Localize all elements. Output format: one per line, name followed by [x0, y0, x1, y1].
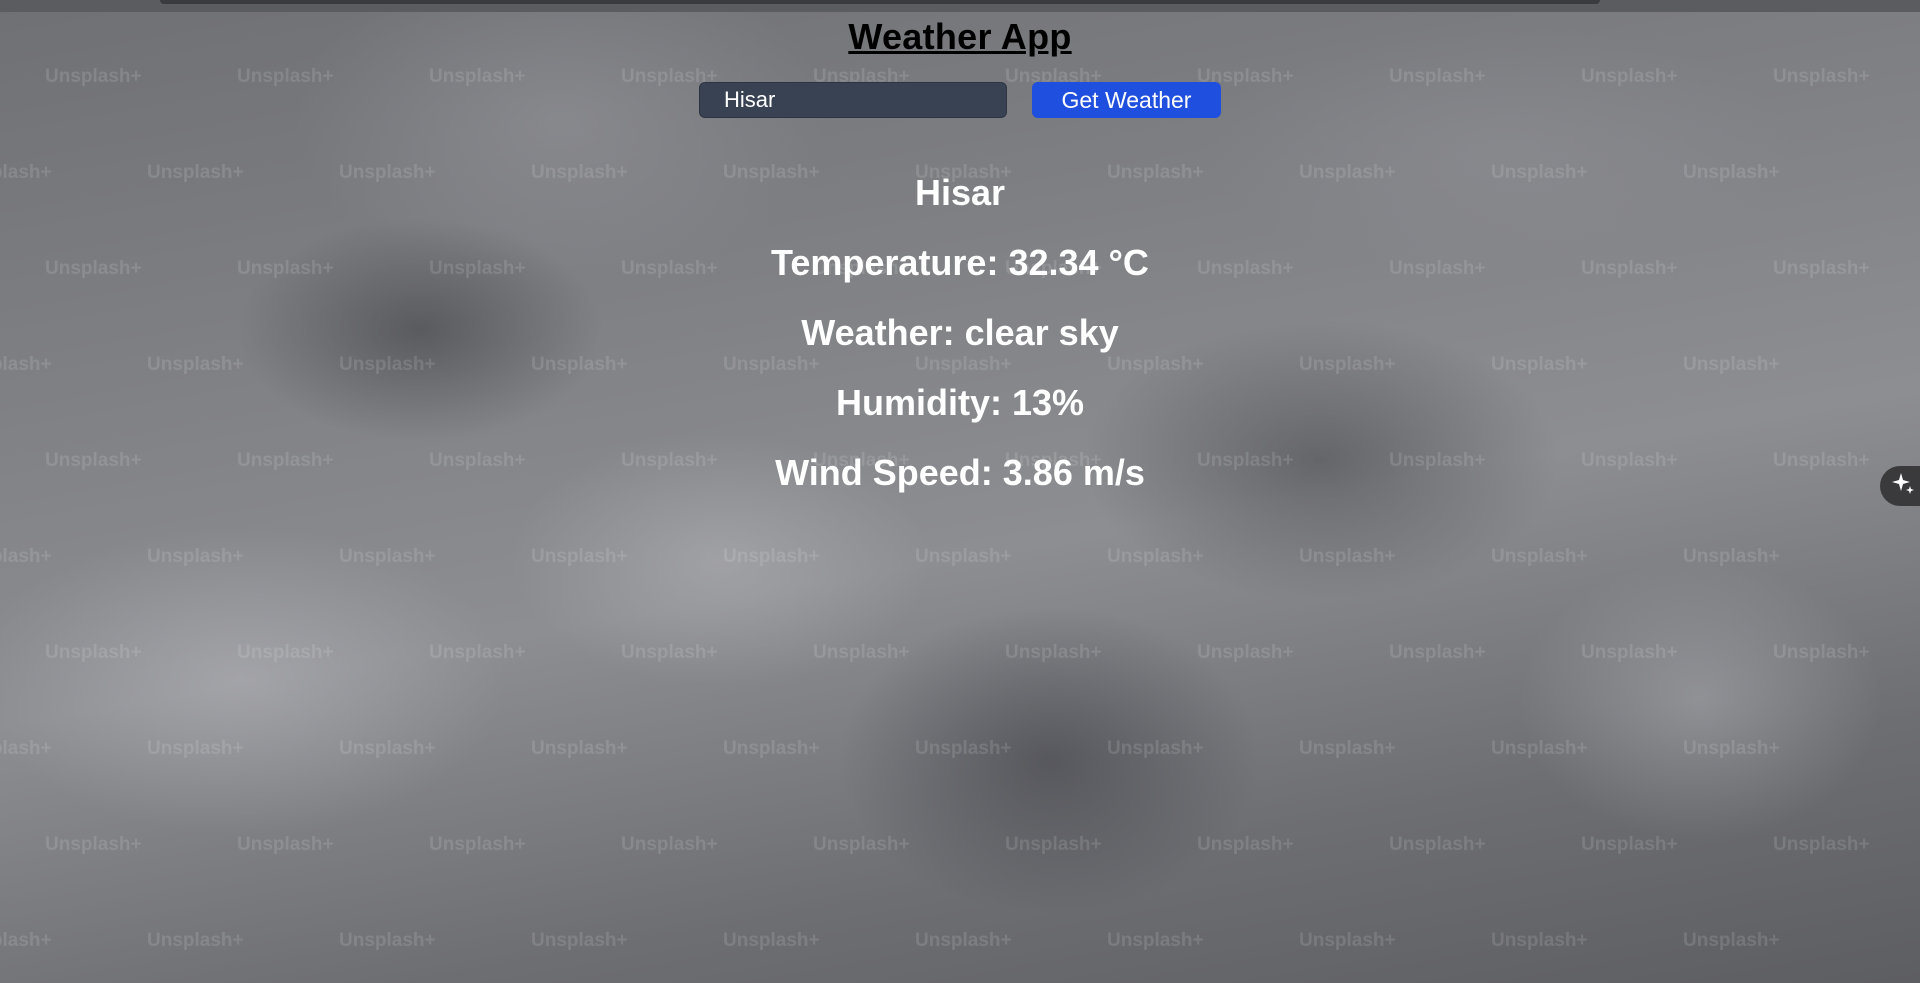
watermark-text: Unsplash+ — [429, 834, 526, 855]
watermark-text: Unsplash+ — [45, 834, 142, 855]
wind-speed-text: Wind Speed: 3.86 m/s — [775, 452, 1145, 493]
top-bar-edge — [160, 0, 1600, 4]
watermark-text: Unsplash+ — [1389, 834, 1486, 855]
watermark-text: Unsplash+ — [1491, 930, 1588, 951]
watermark-text: Unsplash+ — [1197, 834, 1294, 855]
watermark-text: Unsplash+ — [0, 546, 52, 567]
watermark-text: Unsplash+ — [1581, 834, 1678, 855]
watermark-text: Unsplash+ — [1581, 66, 1678, 87]
watermark-text: Unsplash+ — [1197, 642, 1294, 663]
city-name: Hisar — [914, 172, 1006, 213]
watermark-text: Unsplash+ — [339, 738, 436, 759]
watermark-text: Unsplash+ — [1581, 642, 1678, 663]
page-root: Unsplash+ Unsplash+ Unsplash+ Unsplash+ Unsp… — [0, 0, 1920, 983]
watermark-text: Unsplash+ — [1683, 930, 1780, 951]
browser-top-strip — [0, 0, 1920, 12]
watermark-text: Unsplash+ — [813, 642, 910, 663]
watermark-text: Unsplash+ — [1491, 546, 1588, 567]
watermark-text: Unsplash+ — [621, 834, 718, 855]
watermark-text: Unsplash+ — [1005, 834, 1102, 855]
watermark-text: Unsplash+ — [723, 738, 820, 759]
temperature-text: Temperature: 32.34 °C — [771, 242, 1149, 283]
watermark-text: Unsplash+ — [531, 546, 628, 567]
watermark-text: Unsplash+ — [429, 642, 526, 663]
watermark-text: Unsplash+ — [0, 930, 52, 951]
watermark-text: Unsplash+ — [1107, 546, 1204, 567]
watermark-text: Unsplash+ — [621, 642, 718, 663]
sparkle-icon — [1890, 471, 1916, 502]
watermark-text: Unsplash+ — [1491, 738, 1588, 759]
watermark-text: Unsplash+ — [723, 546, 820, 567]
weather-description-text: Weather: clear sky — [801, 312, 1119, 353]
watermark-text: Unsplash+ — [915, 546, 1012, 567]
watermark-text: Unsplash+ — [1773, 642, 1870, 663]
watermark-text: Unsplash+ — [339, 546, 436, 567]
watermark-text: Unsplash+ — [339, 930, 436, 951]
humidity-text: Humidity: 13% — [835, 382, 1085, 423]
watermark-text: Unsplash+ — [1299, 738, 1396, 759]
watermark-text: Unsplash+ — [45, 66, 142, 87]
watermark-text: Unsplash+ — [813, 834, 910, 855]
side-assistant-button[interactable] — [1880, 466, 1920, 506]
watermark-text: Unsplash+ — [1389, 642, 1486, 663]
watermark-text: Unsplash+ — [915, 930, 1012, 951]
watermark-text: Unsplash+ — [1107, 738, 1204, 759]
watermark-text: Unsplash+ — [1299, 930, 1396, 951]
watermark-text: Unsplash+ — [1299, 546, 1396, 567]
city-search-input[interactable] — [699, 82, 1007, 118]
watermark-text: Unsplash+ — [915, 738, 1012, 759]
watermark-text: Unsplash+ — [45, 642, 142, 663]
watermark-text: Unsplash+ — [147, 930, 244, 951]
watermark-text: Unsplash+ — [147, 546, 244, 567]
watermark-text: Unsplash+ — [237, 66, 334, 87]
watermark-text: Unsplash+ — [0, 738, 52, 759]
watermark-text: Unsplash+ — [1389, 66, 1486, 87]
watermark-text: Unsplash+ — [237, 834, 334, 855]
watermark-text: Unsplash+ — [1773, 834, 1870, 855]
watermark-text: Unsplash+ — [147, 738, 244, 759]
watermark-text: Unsplash+ — [237, 642, 334, 663]
weather-info-panel: Hisar Temperature: 32.34 °C Weather: cle… — [0, 168, 1920, 518]
watermark-text: Unsplash+ — [1107, 930, 1204, 951]
watermark-text: Unsplash+ — [1683, 546, 1780, 567]
watermark-text: Unsplash+ — [531, 738, 628, 759]
watermark-text: Unsplash+ — [1005, 642, 1102, 663]
watermark-text: Unsplash+ — [531, 930, 628, 951]
watermark-text: Unsplash+ — [429, 66, 526, 87]
watermark-text: Unsplash+ — [1683, 738, 1780, 759]
get-weather-button[interactable]: Get Weather — [1032, 82, 1221, 118]
page-title: Weather App — [848, 16, 1072, 57]
watermark-text: Unsplash+ — [723, 930, 820, 951]
watermark-text: Unsplash+ — [1773, 66, 1870, 87]
